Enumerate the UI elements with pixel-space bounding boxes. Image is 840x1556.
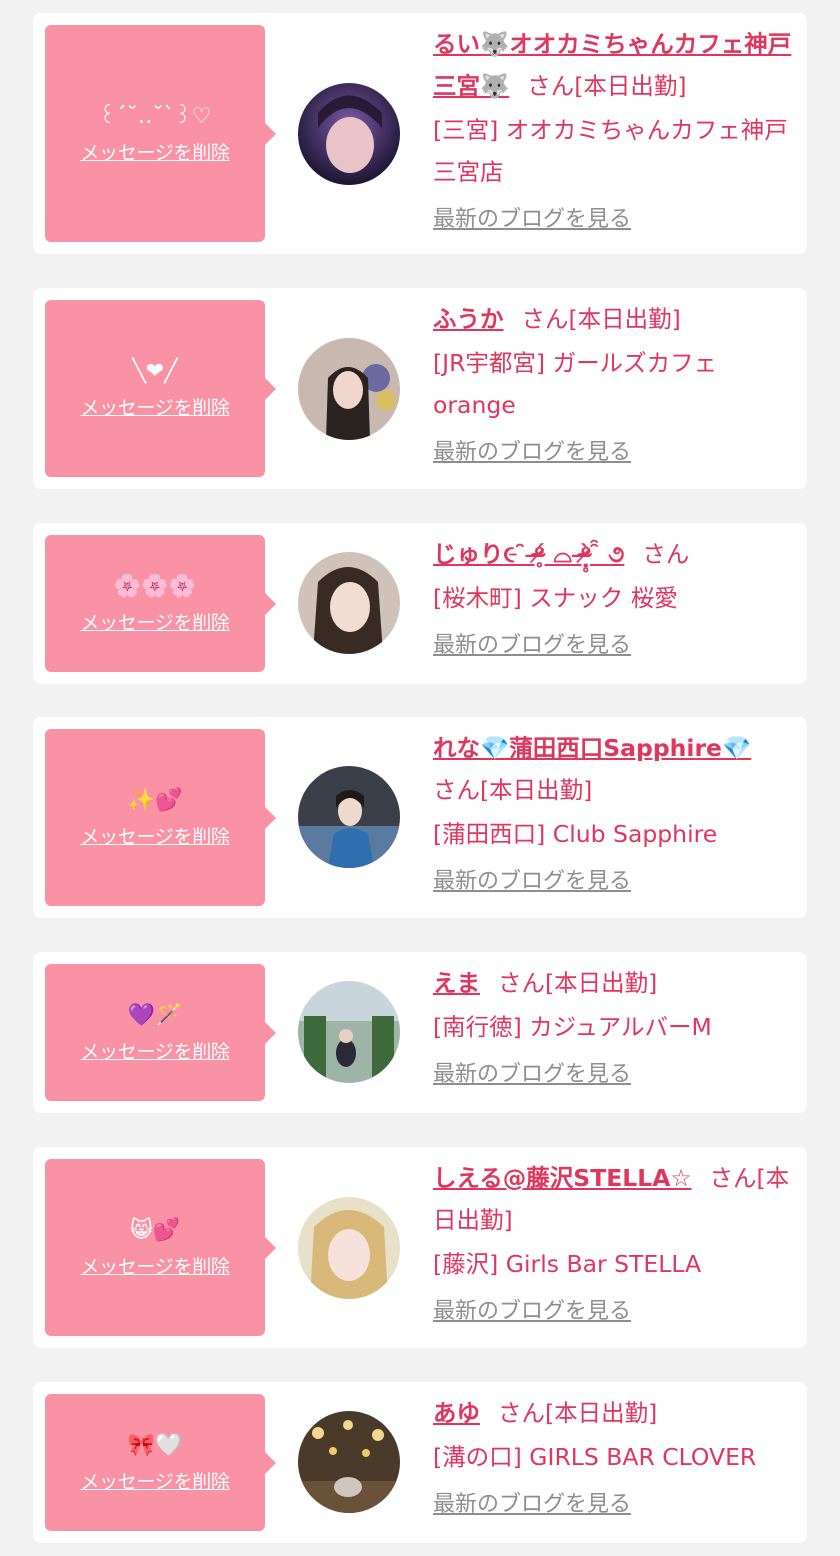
cast-suffix: さん[本日出勤] [527, 72, 687, 100]
message-emoji: 😸💕 [129, 1218, 181, 1243]
message-emoji: 🌸🌸🌸 [113, 574, 197, 599]
message-emoji: ╲❤╱ [132, 359, 178, 384]
message-bubble: ✨💕 メッセージを削除 [45, 729, 276, 906]
avatar[interactable] [298, 1197, 400, 1299]
cast-suffix: さん[本日出勤] [498, 1399, 658, 1427]
message-emoji: 🎀🤍 [127, 1433, 183, 1458]
cast-suffix: さん[本日出勤] [433, 776, 593, 804]
latest-blog-link[interactable]: 最新のブログを見る [433, 631, 631, 661]
cast-info: あゆ さん[本日出勤] [溝の口] GIRLS BAR CLOVER 最新のブログ… [433, 1392, 793, 1524]
shop-name: [南行徳] カジュアルバーM [433, 1013, 712, 1041]
message-bubble: ╲❤╱ メッセージを削除 [45, 300, 276, 477]
message-emoji: 💜🪄 [127, 1003, 183, 1028]
latest-blog-link[interactable]: 最新のブログを見る [433, 1490, 631, 1520]
avatar[interactable] [298, 83, 400, 185]
avatar[interactable] [298, 552, 400, 654]
shop-name: [三宮] オオカミちゃんカフェ神戸三宮店 [433, 116, 788, 186]
delete-message-link[interactable]: メッセージを削除 [80, 1252, 230, 1279]
cast-name-link[interactable]: しえる@藤沢STELLA☆ [433, 1164, 692, 1192]
cast-name-link[interactable]: じゅり૯ ̑̑ ᵒ̴̶̷̥́ ⌓ ᵒ̴̶̷̣̥̀ ̑̑ ૭ [433, 540, 624, 568]
list-item: 🎀🤍 メッセージを削除 あゆ さん[本日出勤] [溝の口] GIRLS BAR C… [33, 1382, 807, 1543]
latest-blog-link[interactable]: 最新のブログを見る [433, 867, 631, 897]
list-item: ✨💕 メッセージを削除 れな💎蒲田西口Sapphire💎 さん[本日出勤] [蒲田… [33, 717, 807, 918]
cast-suffix: さん[本日出勤] [498, 969, 658, 997]
message-emoji: ꒰ˊ˘‥˘ˋ꒱♡ [98, 104, 212, 129]
message-bubble: 🌸🌸🌸 メッセージを削除 [45, 535, 276, 672]
shop-name: [桜木町] スナック 桜愛 [433, 584, 678, 612]
list-item: 😸💕 メッセージを削除 しえる@藤沢STELLA☆ さん[本日出勤] [藤沢] G… [33, 1147, 807, 1348]
cast-info: るい🐺オオカミちゃんカフェ神戸三宮🐺 さん[本日出勤] [三宮] オオカミちゃんカ… [433, 23, 793, 239]
shop-name: [蒲田西口] Club Sapphire [433, 820, 718, 848]
avatar[interactable] [298, 1411, 400, 1513]
list-item: 💜🪄 メッセージを削除 えま さん[本日出勤] [南行徳] カジュアルバーM 最新… [33, 952, 807, 1113]
avatar[interactable] [298, 766, 400, 868]
cast-name-link[interactable]: れな💎蒲田西口Sapphire💎 [433, 734, 751, 762]
list-item: ╲❤╱ メッセージを削除 ふうか さん[本日出勤] [JR宇都宮] ガールズカフェ… [33, 288, 807, 489]
cast-name-link[interactable]: えま [433, 969, 480, 997]
latest-blog-link[interactable]: 最新のブログを見る [433, 1297, 631, 1327]
message-bubble: 💜🪄 メッセージを削除 [45, 964, 276, 1101]
delete-message-link[interactable]: メッセージを削除 [80, 608, 230, 635]
cast-info: えま さん[本日出勤] [南行徳] カジュアルバーM 最新のブログを見る [433, 962, 793, 1094]
shop-name: [JR宇都宮] ガールズカフェorange [433, 349, 718, 419]
message-bubble: 🎀🤍 メッセージを削除 [45, 1394, 276, 1531]
delete-message-link[interactable]: メッセージを削除 [80, 822, 230, 849]
cast-info: じゅり૯ ̑̑ ᵒ̴̶̷̥́ ⌓ ᵒ̴̶̷̣̥̀ ̑̑ ૭ さん [桜木町] スナ… [433, 533, 793, 665]
cast-info: しえる@藤沢STELLA☆ さん[本日出勤] [藤沢] Girls Bar STE… [433, 1157, 793, 1331]
delete-message-link[interactable]: メッセージを削除 [80, 393, 230, 420]
shop-name: [藤沢] Girls Bar STELLA [433, 1250, 702, 1278]
avatar[interactable] [298, 981, 400, 1083]
cast-name-link[interactable]: ふうか [433, 305, 504, 333]
cast-suffix: さん [642, 540, 690, 568]
message-bubble: 😸💕 メッセージを削除 [45, 1159, 276, 1336]
message-emoji: ✨💕 [127, 788, 183, 813]
delete-message-link[interactable]: メッセージを削除 [80, 1037, 230, 1064]
favorites-list: ꒰ˊ˘‥˘ˋ꒱♡ メッセージを削除 るい🐺オオカミちゃんカフェ神戸三宮🐺 さん[本… [0, 0, 840, 1556]
latest-blog-link[interactable]: 最新のブログを見る [433, 438, 631, 468]
delete-message-link[interactable]: メッセージを削除 [80, 138, 230, 165]
message-bubble: ꒰ˊ˘‥˘ˋ꒱♡ メッセージを削除 [45, 25, 276, 242]
list-item: ꒰ˊ˘‥˘ˋ꒱♡ メッセージを削除 るい🐺オオカミちゃんカフェ神戸三宮🐺 さん[本… [33, 13, 807, 254]
cast-info: ふうか さん[本日出勤] [JR宇都宮] ガールズカフェorange 最新のブログ… [433, 298, 793, 472]
avatar[interactable] [298, 338, 400, 440]
cast-name-link[interactable]: あゆ [433, 1399, 480, 1427]
latest-blog-link[interactable]: 最新のブログを見る [433, 1060, 631, 1090]
latest-blog-link[interactable]: 最新のブログを見る [433, 205, 631, 235]
cast-suffix: さん[本日出勤] [521, 305, 681, 333]
list-item: 🌸🌸🌸 メッセージを削除 じゅり૯ ̑̑ ᵒ̴̶̷̥́ ⌓ ᵒ̴̶̷̣̥̀ ̑̑… [33, 523, 807, 684]
delete-message-link[interactable]: メッセージを削除 [80, 1467, 230, 1494]
cast-info: れな💎蒲田西口Sapphire💎 さん[本日出勤] [蒲田西口] Club Sap… [433, 727, 793, 901]
shop-name: [溝の口] GIRLS BAR CLOVER [433, 1443, 757, 1471]
